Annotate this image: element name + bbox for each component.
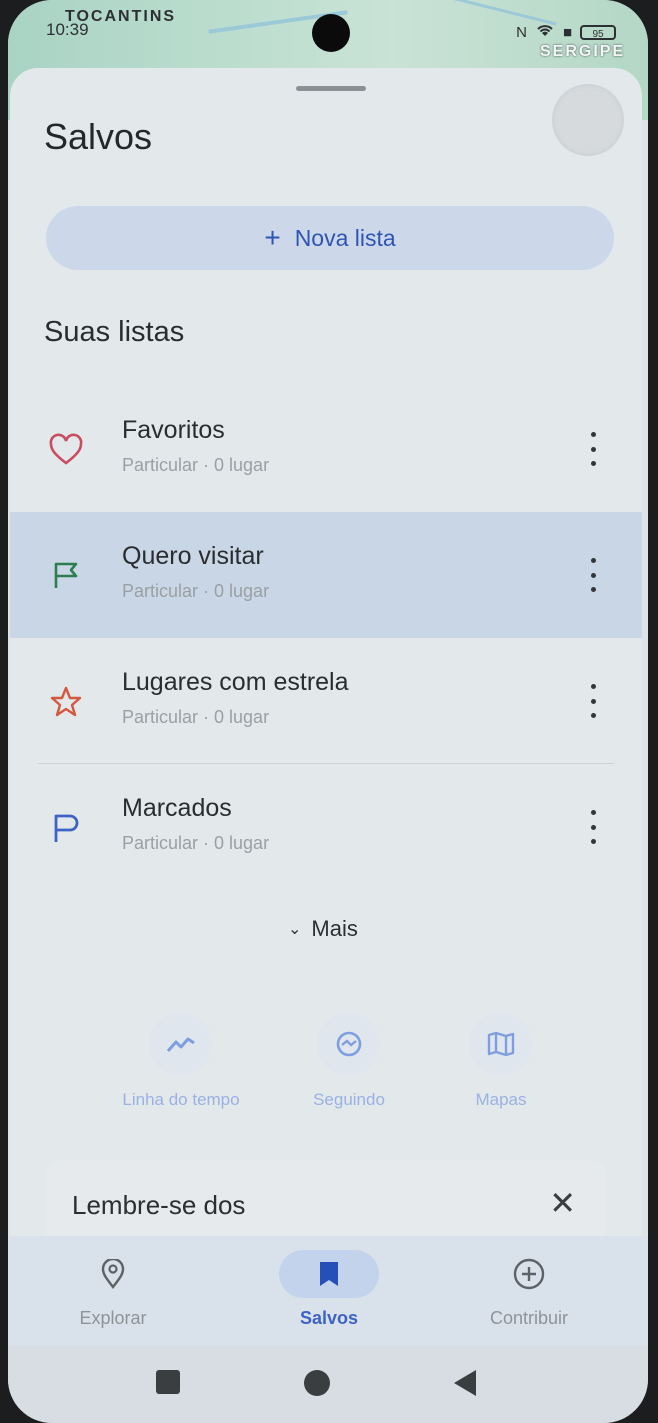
front-camera	[312, 14, 350, 52]
pennant-icon	[48, 810, 84, 846]
list-name: Lugares com estrela	[122, 668, 349, 696]
chevron-down-icon: ⌄	[288, 921, 302, 938]
nav-salvos[interactable]: Salvos	[254, 1250, 404, 1329]
nav-label: Salvos	[299, 1308, 359, 1328]
nfc-icon: N	[516, 23, 527, 41]
plus-icon: +	[264, 222, 281, 253]
section-title: Suas listas	[44, 316, 185, 348]
flag-icon	[48, 558, 84, 594]
more-options-icon[interactable]	[588, 810, 598, 844]
list-item-quero-visitar[interactable]: Quero visitar Particular · 0 lugar	[10, 512, 642, 638]
reminder-title: Lembre-se dos	[72, 1190, 246, 1220]
list-item-lugares-com-estrela[interactable]: Lugares com estrela Particular · 0 lugar	[10, 638, 642, 764]
star-icon	[48, 684, 84, 720]
nav-contribuir[interactable]: Contribuir	[454, 1250, 604, 1329]
add-circle-icon	[479, 1250, 579, 1298]
list-item-favoritos[interactable]: Favoritos Particular · 0 lugar	[10, 386, 642, 512]
system-navigation-bar	[8, 1346, 648, 1423]
nav-label: Contribuir	[489, 1308, 569, 1328]
close-icon[interactable]: ✕	[549, 1184, 576, 1222]
location-pin-icon	[63, 1250, 163, 1298]
timeline-shortcut[interactable]: Linha do tempo	[106, 1012, 256, 1112]
home-button[interactable]	[304, 1370, 330, 1396]
shortcut-label: Linha do tempo	[122, 1090, 240, 1109]
maps-shortcut[interactable]: Mapas	[426, 1012, 576, 1112]
more-lists-label: Mais	[311, 916, 358, 941]
more-options-icon[interactable]	[588, 432, 598, 466]
notification-icon: ■	[562, 23, 572, 41]
avatar[interactable]	[552, 84, 624, 156]
list-name: Quero visitar	[122, 542, 264, 570]
status-icons: N ■ 95	[516, 22, 616, 42]
nav-label: Explorar	[79, 1308, 147, 1328]
list-name: Marcados	[122, 794, 232, 822]
new-list-button[interactable]: + Nova lista	[46, 206, 614, 270]
timeline-icon	[149, 1012, 213, 1076]
map-icon	[469, 1012, 533, 1076]
page-title: Salvos	[44, 116, 153, 157]
list-meta: Particular · 0 lugar	[122, 707, 270, 727]
bookmark-icon	[279, 1250, 379, 1298]
back-button[interactable]	[454, 1370, 476, 1396]
following-icon	[317, 1012, 381, 1076]
more-options-icon[interactable]	[588, 684, 598, 718]
lists: Favoritos Particular · 0 lugar Quero vis…	[10, 386, 642, 890]
drag-handle[interactable]	[296, 86, 366, 91]
heart-icon	[48, 432, 84, 468]
new-list-label: Nova lista	[294, 224, 396, 251]
wifi-icon	[535, 22, 555, 42]
list-name: Favoritos	[122, 416, 225, 444]
following-shortcut[interactable]: Seguindo	[274, 1012, 424, 1112]
bottom-navigation: Explorar Salvos Contribuir	[8, 1236, 648, 1346]
nav-explorar[interactable]: Explorar	[38, 1250, 188, 1329]
list-meta: Particular · 0 lugar	[122, 455, 270, 475]
saved-sheet: Salvos + Nova lista Suas listas Favorito…	[10, 68, 642, 1280]
list-item-marcados[interactable]: Marcados Particular · 0 lugar	[10, 764, 642, 890]
phone-screen: TOCANTINS SERGIPE 10:39 N ■ 95 Salvos + …	[8, 0, 648, 1423]
shortcut-label: Mapas	[475, 1090, 527, 1109]
list-meta: Particular · 0 lugar	[122, 833, 270, 853]
more-options-icon[interactable]	[588, 558, 598, 592]
list-meta: Particular · 0 lugar	[122, 581, 270, 601]
map-state-label: SERGIPE	[540, 43, 626, 60]
status-time: 10:39	[46, 20, 89, 39]
battery-icon: 95	[580, 24, 616, 40]
shortcut-label: Seguindo	[313, 1090, 385, 1109]
more-lists-button[interactable]: ⌄ Mais	[288, 916, 358, 942]
recents-button[interactable]	[156, 1370, 180, 1394]
